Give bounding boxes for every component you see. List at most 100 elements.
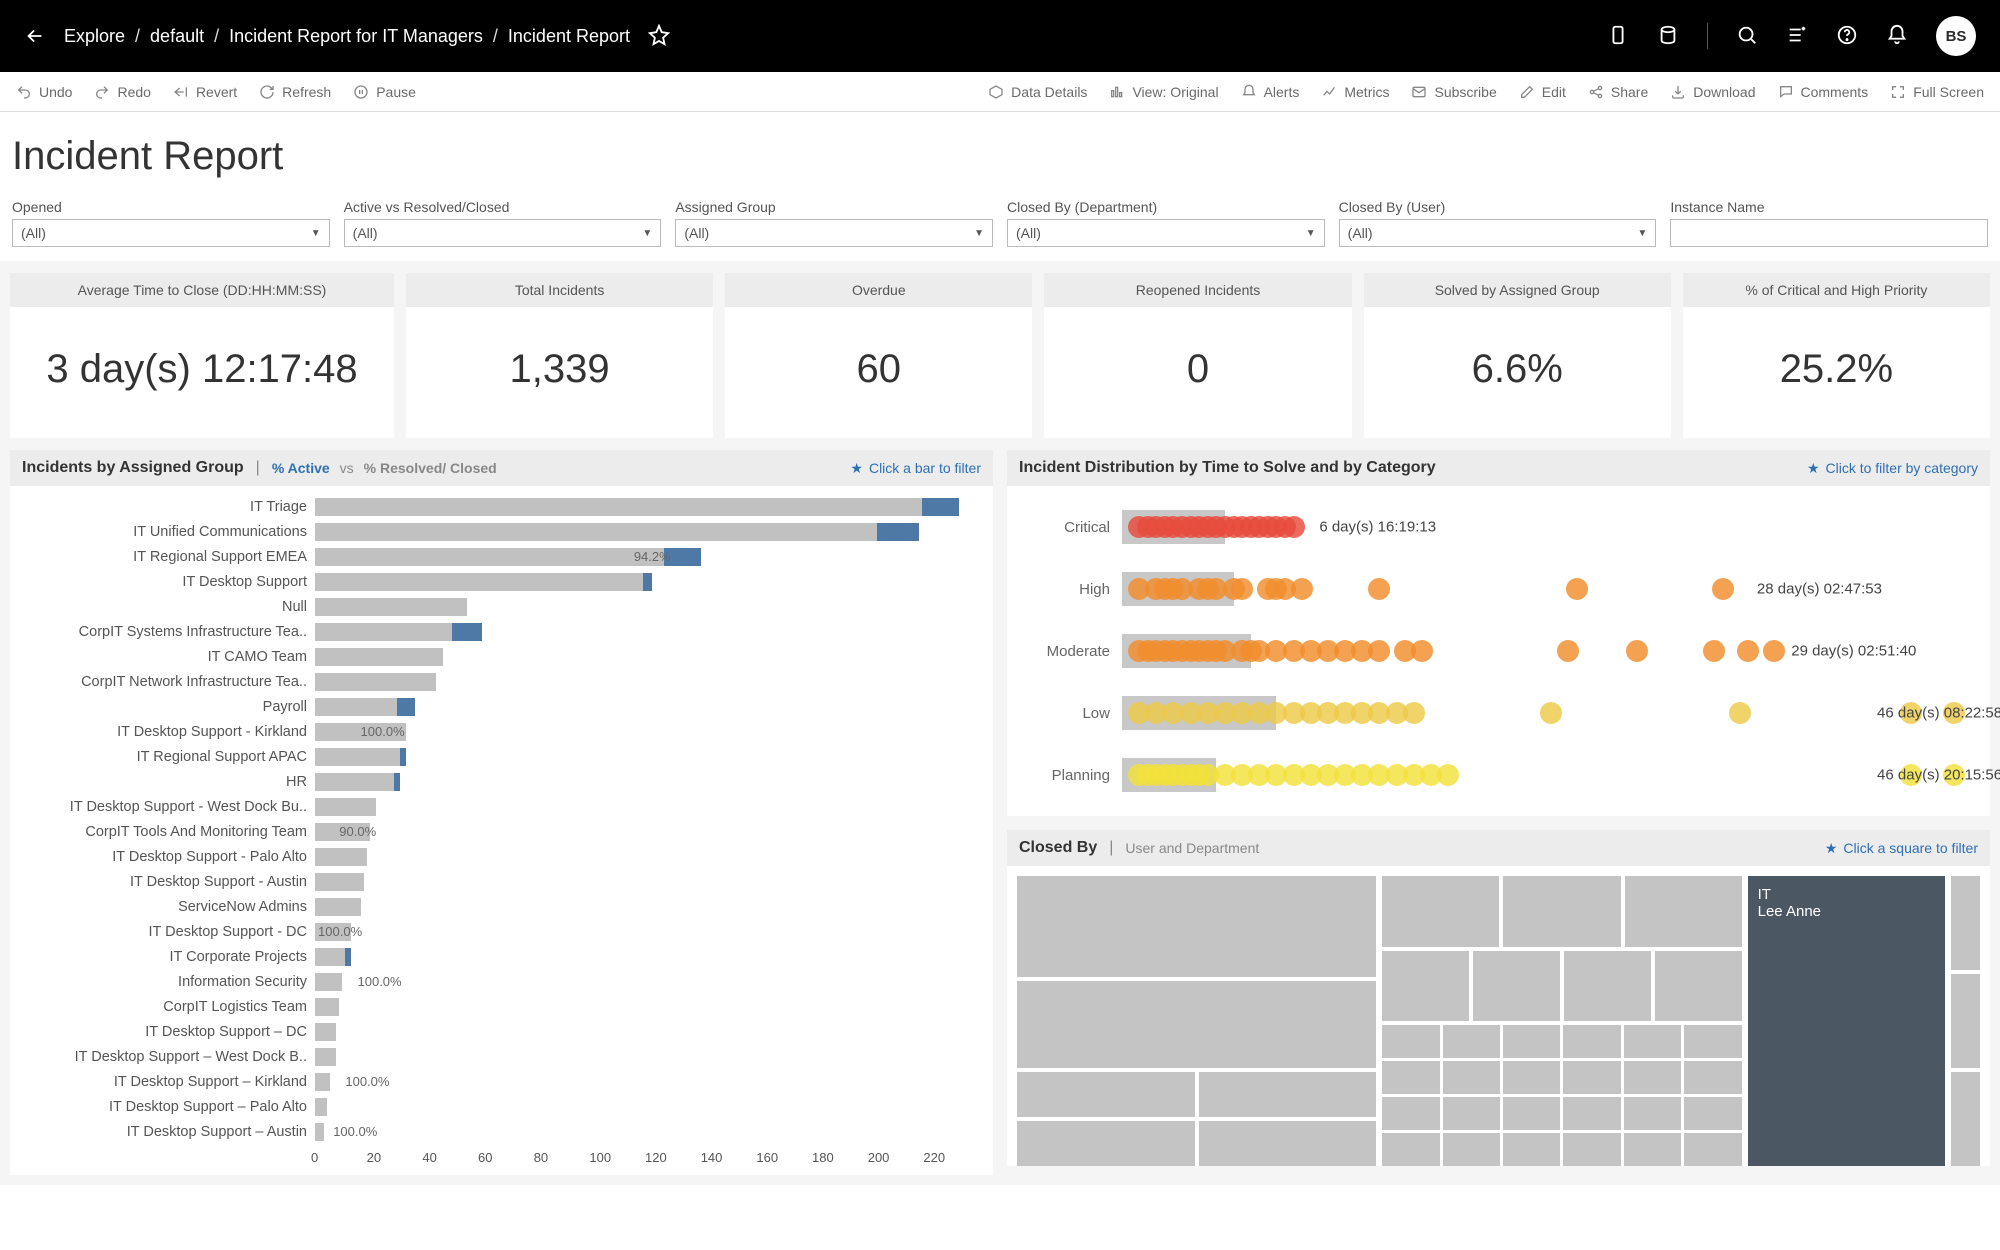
bar-row[interactable]: Information Security100.0%: [20, 969, 983, 994]
edit-button[interactable]: Edit: [1519, 84, 1566, 100]
crumb-default[interactable]: default: [150, 26, 204, 47]
treemap-cell[interactable]: [1473, 951, 1560, 1022]
bar-active-segment[interactable]: [452, 623, 482, 641]
filter-select-active[interactable]: (All)▼: [344, 219, 662, 247]
treemap-cell[interactable]: [1624, 1097, 1681, 1130]
bar-resolved-segment[interactable]: [315, 873, 364, 891]
treemap-cell[interactable]: [1563, 1061, 1620, 1094]
alerts-button[interactable]: Alerts: [1241, 84, 1300, 100]
pause-button[interactable]: Pause: [353, 84, 416, 100]
dist-dot[interactable]: [1291, 578, 1313, 600]
treemap-cell[interactable]: [1503, 1133, 1560, 1166]
bar-row[interactable]: IT Desktop Support – Kirkland100.0%: [20, 1069, 983, 1094]
bar-row[interactable]: CorpIT Tools And Monitoring Team90.0%: [20, 819, 983, 844]
filter-select-group[interactable]: (All)▼: [675, 219, 993, 247]
treemap-cell[interactable]: [1624, 1025, 1681, 1058]
treemap-cell[interactable]: [1017, 876, 1376, 977]
dist-dot[interactable]: [1437, 764, 1459, 786]
user-avatar[interactable]: BS: [1936, 16, 1976, 56]
bar-row[interactable]: Null: [20, 594, 983, 619]
dist-row[interactable]: Planning46 day(s) 20:15:56: [1017, 744, 1980, 806]
fullscreen-button[interactable]: Full Screen: [1890, 84, 1984, 100]
bar-resolved-segment[interactable]: [315, 898, 361, 916]
treemap-cell[interactable]: [1564, 951, 1651, 1022]
bar-resolved-segment[interactable]: [315, 1098, 327, 1116]
device-preview-icon[interactable]: [1607, 24, 1629, 49]
bar-resolved-segment[interactable]: [315, 623, 452, 641]
dist-dot[interactable]: [1368, 578, 1390, 600]
kpi-overdue[interactable]: Overdue60: [725, 273, 1032, 438]
bar-resolved-segment[interactable]: [315, 848, 367, 866]
treemap-cell[interactable]: [1563, 1025, 1620, 1058]
treemap-cell[interactable]: [1382, 1061, 1439, 1094]
kpi-reopened[interactable]: Reopened Incidents0: [1044, 273, 1351, 438]
dist-dot[interactable]: [1231, 578, 1253, 600]
treemap-cell[interactable]: [1017, 1072, 1195, 1117]
list-icon[interactable]: [1786, 24, 1808, 49]
treemap-cell[interactable]: [1563, 1097, 1620, 1130]
bar-resolved-segment[interactable]: [315, 1073, 330, 1091]
bar-active-segment[interactable]: [643, 573, 652, 591]
dist-dot[interactable]: [1626, 640, 1648, 662]
treemap-cell[interactable]: [1199, 1072, 1377, 1117]
dist-dot[interactable]: [1411, 640, 1433, 662]
treemap-cell[interactable]: [1199, 1121, 1377, 1166]
dist-dot[interactable]: [1763, 640, 1785, 662]
bar-row[interactable]: IT Desktop Support - Palo Alto: [20, 844, 983, 869]
treemap-chart[interactable]: IT Lee Anne: [1007, 866, 1990, 1166]
download-button[interactable]: Download: [1670, 84, 1755, 100]
bar-row[interactable]: ServiceNow Admins: [20, 894, 983, 919]
bar-resolved-segment[interactable]: [315, 598, 467, 616]
bar-active-segment[interactable]: [394, 773, 400, 791]
filter-input-instance[interactable]: [1670, 219, 1988, 247]
bars-chart[interactable]: IT TriageIT Unified CommunicationsIT Reg…: [10, 486, 993, 1175]
filter-select-opened[interactable]: (All)▼: [12, 219, 330, 247]
bar-active-segment[interactable]: [345, 948, 351, 966]
dist-dot[interactable]: [1283, 516, 1305, 538]
treemap-cell[interactable]: [1382, 1133, 1439, 1166]
notifications-icon[interactable]: [1886, 24, 1908, 49]
bar-row[interactable]: CorpIT Systems Infrastructure Tea..: [20, 619, 983, 644]
dist-row[interactable]: Moderate29 day(s) 02:51:40: [1017, 620, 1980, 682]
bar-row[interactable]: IT Corporate Projects: [20, 944, 983, 969]
bar-resolved-segment[interactable]: [315, 748, 400, 766]
distribution-chart[interactable]: Critical6 day(s) 16:19:13High28 day(s) 0…: [1007, 486, 1990, 816]
bar-resolved-segment[interactable]: [315, 648, 443, 666]
refresh-button[interactable]: Refresh: [259, 84, 331, 100]
treemap-cell[interactable]: [1382, 951, 1469, 1022]
data-source-icon[interactable]: [1657, 24, 1679, 49]
treemap-cell[interactable]: [1382, 1025, 1439, 1058]
treemap-cell[interactable]: [1684, 1025, 1741, 1058]
treemap-cell[interactable]: [1443, 1097, 1500, 1130]
treemap-cell[interactable]: [1624, 1133, 1681, 1166]
filter-hint[interactable]: ★Click to filter by category: [1807, 460, 1978, 477]
data-details-button[interactable]: Data Details: [988, 84, 1087, 100]
subscribe-button[interactable]: Subscribe: [1411, 84, 1496, 100]
treemap-cell[interactable]: [1382, 1097, 1439, 1130]
bar-active-segment[interactable]: [397, 698, 415, 716]
bar-resolved-segment[interactable]: [315, 1048, 336, 1066]
filter-select-user[interactable]: (All)▼: [1339, 219, 1657, 247]
bar-active-segment[interactable]: [922, 498, 958, 516]
bar-row[interactable]: Payroll: [20, 694, 983, 719]
kpi-priority[interactable]: % of Critical and High Priority25.2%: [1683, 273, 1990, 438]
bar-resolved-segment[interactable]: [315, 673, 436, 691]
bar-resolved-segment[interactable]: [315, 573, 643, 591]
bar-row[interactable]: IT Desktop Support – Austin100.0%: [20, 1119, 983, 1144]
filter-hint[interactable]: ★Click a bar to filter: [850, 460, 981, 477]
bar-resolved-segment[interactable]: [315, 948, 345, 966]
dist-dot[interactable]: [1540, 702, 1562, 724]
treemap-cell[interactable]: [1625, 876, 1742, 947]
bar-row[interactable]: IT Desktop Support - West Dock Bu..: [20, 794, 983, 819]
bar-row[interactable]: IT CAMO Team: [20, 644, 983, 669]
bar-resolved-segment[interactable]: [315, 973, 342, 991]
dist-dot[interactable]: [1403, 702, 1425, 724]
bar-resolved-segment[interactable]: [315, 498, 922, 516]
treemap-cell[interactable]: [1684, 1097, 1741, 1130]
bar-resolved-segment[interactable]: [315, 798, 376, 816]
dist-dot[interactable]: [1737, 640, 1759, 662]
bar-active-segment[interactable]: [400, 748, 406, 766]
bar-row[interactable]: IT Desktop Support - DC100.0%: [20, 919, 983, 944]
favorite-star-icon[interactable]: [648, 24, 670, 49]
treemap-cell[interactable]: [1684, 1061, 1741, 1094]
